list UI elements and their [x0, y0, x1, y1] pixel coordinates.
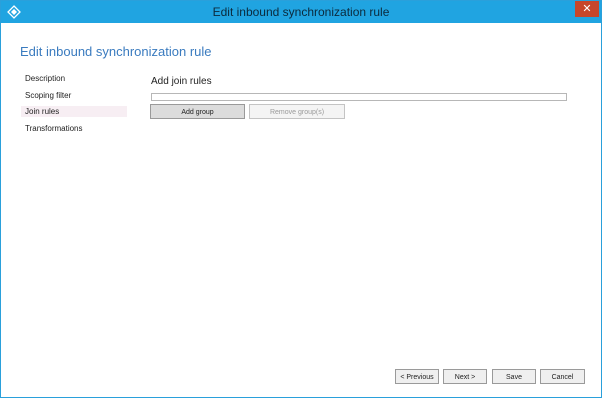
close-icon: ✕: [582, 3, 592, 15]
wizard-nav: Description Scoping filter Join rules Tr…: [21, 73, 127, 139]
add-group-button[interactable]: Add group: [150, 104, 245, 119]
cancel-button[interactable]: Cancel: [540, 369, 585, 384]
page-title: Edit inbound synchronization rule: [20, 44, 212, 59]
nav-item-join-rules[interactable]: Join rules: [21, 106, 127, 117]
next-button[interactable]: Next >: [443, 369, 487, 384]
window-title: Edit inbound synchronization rule: [212, 5, 390, 19]
nav-item-description[interactable]: Description: [21, 73, 127, 84]
join-rules-list[interactable]: [151, 93, 567, 101]
dialog-window: Edit inbound synchronization rule ✕ Edit…: [0, 0, 602, 398]
section-title: Add join rules: [151, 76, 212, 87]
close-button[interactable]: ✕: [575, 1, 599, 17]
nav-item-transformations[interactable]: Transformations: [21, 123, 127, 134]
save-button[interactable]: Save: [492, 369, 536, 384]
nav-item-scoping-filter[interactable]: Scoping filter: [21, 90, 127, 101]
remove-groups-button[interactable]: Remove group(s): [249, 104, 345, 119]
title-bar[interactable]: Edit inbound synchronization rule ✕: [1, 1, 601, 23]
previous-button[interactable]: < Previous: [395, 369, 439, 384]
